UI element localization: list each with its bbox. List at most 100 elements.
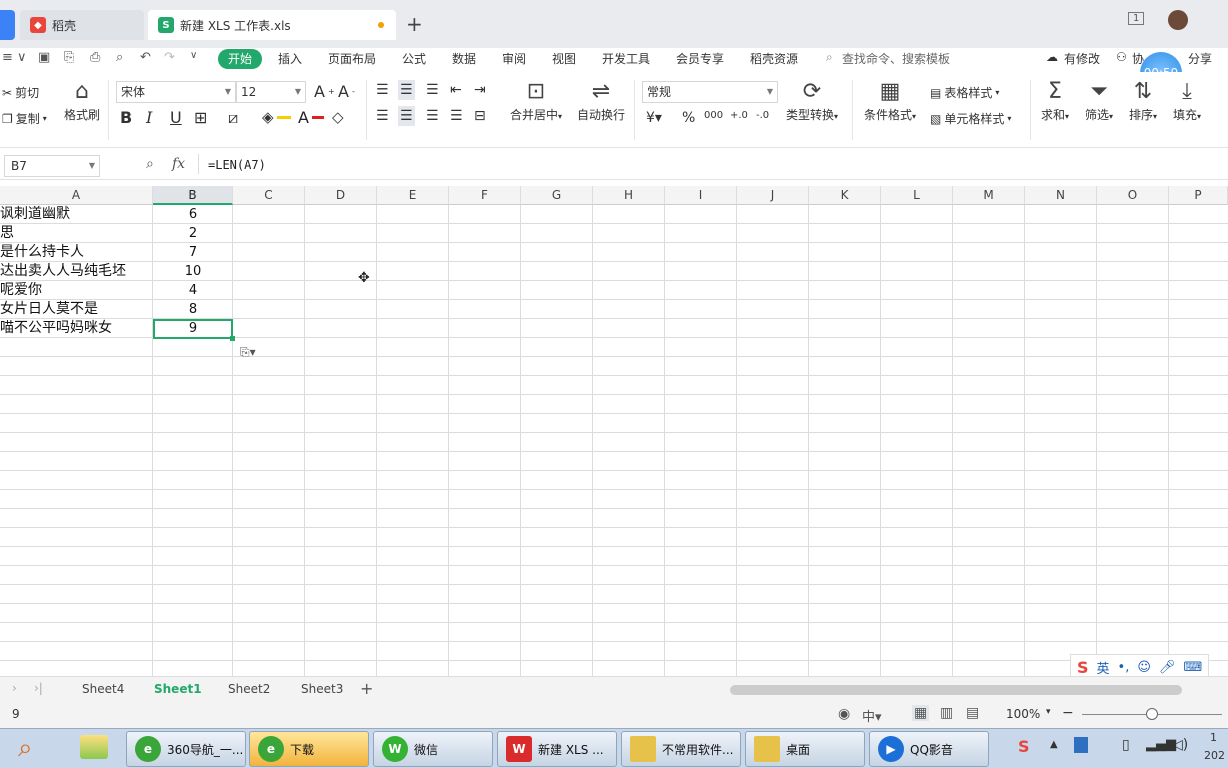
cell-style-button[interactable]: ▧ 单元格样式 ▾ <box>930 110 1011 127</box>
decrease-font-icon[interactable]: A- <box>338 82 355 101</box>
menu-formula[interactable]: 公式 <box>402 50 426 67</box>
search-icon[interactable]: ⌕ <box>18 733 33 764</box>
sum-button[interactable]: Σ 求和▾ <box>1036 78 1074 123</box>
emoji-icon[interactable]: ☺ <box>1137 660 1151 675</box>
tray-app-icon[interactable] <box>1074 737 1088 753</box>
taskbar-download[interactable]: e 下载 <box>249 731 369 767</box>
menu-daoke-resources[interactable]: 稻壳资源 <box>750 50 798 67</box>
cell-a3[interactable]: 是什么持卡人 <box>0 243 152 262</box>
taskbar-qqplayer[interactable]: ▶ QQ影音 <box>869 731 989 767</box>
tab-workbook[interactable]: S 新建 XLS 工作表.xls <box>148 10 396 40</box>
fill-button[interactable]: ⤓ 填充▾ <box>1168 78 1206 123</box>
zoom-out-icon[interactable]: − <box>1062 705 1074 721</box>
conditional-format-button[interactable]: ▦ 条件格式▾ <box>860 78 920 123</box>
cell-b2[interactable]: 2 <box>154 224 232 243</box>
underline-icon[interactable]: U <box>170 108 182 127</box>
column-header-c[interactable]: C <box>233 186 305 205</box>
page-break-view-icon[interactable]: ▥ <box>940 705 953 721</box>
cell-b6[interactable]: 8 <box>154 300 232 319</box>
input-mode-icon[interactable]: 中▾ <box>862 706 882 725</box>
column-header-p[interactable]: P <box>1169 186 1228 205</box>
align-left-icon[interactable]: ☰ <box>376 108 389 124</box>
menu-member[interactable]: 会员专享 <box>676 50 724 67</box>
taskbar-wechat[interactable]: W 微信 <box>373 731 493 767</box>
cell-a7[interactable]: 喵不公平吗妈咪女 <box>0 319 152 338</box>
last-sheet-icon[interactable]: ›| <box>34 681 43 695</box>
column-header-h[interactable]: H <box>593 186 665 205</box>
sogou-tray-icon[interactable]: S <box>1018 737 1030 756</box>
zoom-formula-icon[interactable]: ⌕ <box>146 156 154 172</box>
cell-b1[interactable]: 6 <box>154 205 232 224</box>
punctuation-icon[interactable]: •, <box>1118 660 1130 675</box>
wrap-text-button[interactable]: ⇌ 自动换行 <box>574 78 628 123</box>
column-header-o[interactable]: O <box>1097 186 1169 205</box>
menu-icon[interactable]: ≡ ∨ <box>2 50 27 65</box>
menu-review[interactable]: 审阅 <box>502 50 526 67</box>
column-header-n[interactable]: N <box>1025 186 1097 205</box>
quick-more-icon[interactable]: ∨ <box>190 50 197 61</box>
column-header-l[interactable]: L <box>881 186 953 205</box>
font-color-icon[interactable]: A <box>298 108 324 127</box>
column-header-m[interactable]: M <box>953 186 1025 205</box>
fill-color-icon[interactable]: ◈ <box>262 108 291 126</box>
microphone-icon[interactable]: 🎤︎ <box>1159 660 1176 675</box>
fx-icon[interactable]: fx <box>172 156 185 172</box>
bold-icon[interactable]: B <box>120 108 132 127</box>
cell-b3[interactable]: 7 <box>154 243 232 262</box>
menu-view[interactable]: 视图 <box>552 50 576 67</box>
column-header-d[interactable]: D <box>305 186 377 205</box>
currency-icon[interactable]: ¥▾ <box>646 110 662 126</box>
zoom-slider-thumb[interactable] <box>1146 708 1158 720</box>
revisions-button[interactable]: 有修改 <box>1064 50 1100 67</box>
undo-icon[interactable]: ↶ <box>140 50 151 65</box>
taskbar-wps[interactable]: W 新建 XLS ... <box>497 731 617 767</box>
column-header-k[interactable]: K <box>809 186 881 205</box>
table-style-button[interactable]: ▤ 表格样式 ▾ <box>930 84 999 101</box>
type-convert-button[interactable]: ⟳ 类型转换▾ <box>782 78 842 123</box>
indent-decrease-icon[interactable]: ⇤ <box>450 82 462 98</box>
thousands-icon[interactable]: 000 <box>704 110 723 121</box>
cell-a1[interactable]: 讽刺道幽默 <box>0 205 152 224</box>
italic-icon[interactable]: I <box>146 108 152 127</box>
share-button[interactable]: 分享 <box>1188 50 1212 67</box>
redo-icon[interactable]: ↷ <box>164 50 175 65</box>
column-header-g[interactable]: G <box>521 186 593 205</box>
command-search[interactable]: 查找命令、搜索模板 <box>842 50 950 67</box>
clear-icon[interactable]: ◇ <box>332 108 344 126</box>
increase-decimal-icon[interactable]: +.0 <box>730 110 748 121</box>
prev-sheet-icon[interactable]: › <box>12 681 17 695</box>
home-tab[interactable] <box>0 10 15 40</box>
export-icon[interactable]: ⎘ <box>64 50 74 65</box>
eye-protection-icon[interactable]: ◉ <box>838 706 850 722</box>
column-header-e[interactable]: E <box>377 186 449 205</box>
menu-insert[interactable]: 插入 <box>278 50 302 67</box>
cell-a4[interactable]: 达出卖人人马纯毛坯 <box>0 262 152 281</box>
column-header-a[interactable]: A <box>0 186 153 205</box>
window-switch-button[interactable]: 1 <box>1128 12 1145 25</box>
copy-button[interactable]: ❐ 复制 ▾ <box>2 110 47 127</box>
cell-a5[interactable]: 呢爱你 <box>0 281 152 300</box>
fill-style-icon[interactable]: ⧄ <box>228 108 238 128</box>
number-format-select[interactable]: 常规 ▼ <box>642 81 778 103</box>
font-name-select[interactable]: 宋体 ▼ <box>116 81 236 103</box>
tray-expand-icon[interactable]: ▲ <box>1050 739 1058 750</box>
preview-icon[interactable]: ⌕ <box>116 50 123 65</box>
column-header-j[interactable]: J <box>737 186 809 205</box>
distribute-icon[interactable]: ⊟ <box>474 108 486 124</box>
align-right-icon[interactable]: ☰ <box>426 108 439 124</box>
ime-language[interactable]: 英 <box>1097 658 1110 677</box>
menu-data[interactable]: 数据 <box>452 50 476 67</box>
selected-cell-b7[interactable] <box>153 319 233 339</box>
increase-font-icon[interactable]: A + <box>314 82 335 101</box>
sheet-tab-sheet2[interactable]: Sheet2 <box>228 682 270 696</box>
reading-view-icon[interactable]: ▤ <box>966 705 979 721</box>
zoom-level[interactable]: 100% <box>1006 707 1040 721</box>
align-middle-icon[interactable]: ☰ <box>398 80 415 100</box>
normal-view-icon[interactable]: ▦ <box>912 705 930 721</box>
add-tab-button[interactable]: + <box>406 12 423 36</box>
name-box[interactable]: B7 ▼ <box>4 155 100 177</box>
tray-icon[interactable]: ▯ <box>1122 737 1130 753</box>
taskbar-folder[interactable]: 不常用软件... <box>621 731 741 767</box>
column-header-i[interactable]: I <box>665 186 737 205</box>
sort-button[interactable]: ⇅ 排序▾ <box>1124 78 1162 123</box>
